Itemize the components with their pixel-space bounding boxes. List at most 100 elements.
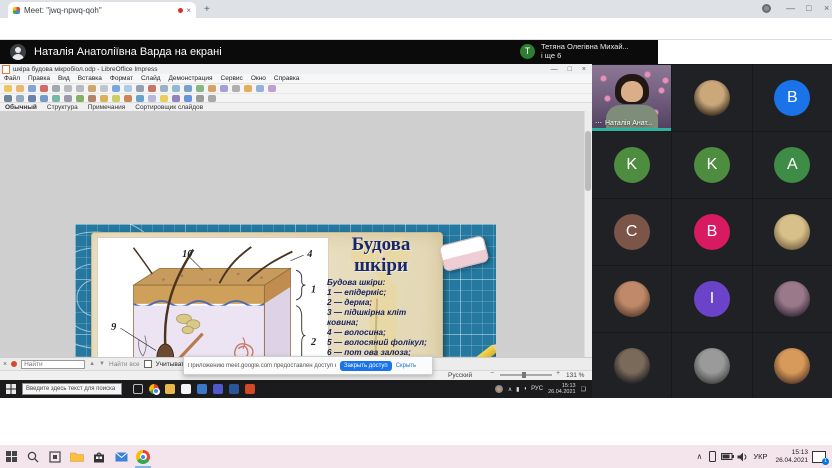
slide-layout-icon[interactable] bbox=[256, 85, 264, 92]
ellipse-icon[interactable] bbox=[52, 95, 60, 102]
menu-Файл[interactable]: Файл bbox=[4, 75, 20, 82]
participant-tile-8[interactable]: B bbox=[672, 199, 751, 265]
tab-close-icon[interactable]: × bbox=[186, 6, 191, 15]
phone-link-icon[interactable] bbox=[705, 445, 719, 468]
stop-sharing-button[interactable]: Закрыть доступ bbox=[340, 361, 392, 371]
export-pdf-icon[interactable] bbox=[40, 85, 48, 92]
new-icon[interactable] bbox=[4, 85, 12, 92]
battery-icon[interactable] bbox=[719, 445, 735, 468]
shared-teams-icon[interactable] bbox=[213, 384, 223, 394]
slide-workspace[interactable]: 10 4 9 1 2 3 8 7 6 5 Будова шкіри bbox=[0, 111, 592, 357]
shared-volume-icon[interactable]: ◖ bbox=[523, 386, 527, 392]
symbol-shapes-icon[interactable] bbox=[112, 95, 120, 102]
tile-menu-icon[interactable]: ⋯ bbox=[595, 119, 602, 127]
view-tab-3[interactable]: Примечания bbox=[88, 104, 126, 111]
shared-network-icon[interactable]: ▮ bbox=[516, 386, 519, 393]
table-icon[interactable] bbox=[184, 85, 192, 92]
mail-icon[interactable] bbox=[110, 445, 132, 468]
participant-tile-6[interactable]: A bbox=[753, 132, 832, 198]
participant-tile-14[interactable] bbox=[672, 333, 751, 399]
insert-line-icon[interactable] bbox=[196, 95, 204, 102]
view-tab-1[interactable]: Обычный bbox=[5, 104, 37, 111]
window-maximize-button[interactable]: □ bbox=[806, 3, 811, 13]
file-explorer-icon[interactable] bbox=[66, 445, 88, 468]
image-icon[interactable] bbox=[196, 85, 204, 92]
shared-tray-language[interactable]: РУС bbox=[531, 386, 543, 392]
impress-close-button[interactable]: × bbox=[582, 66, 586, 73]
find-replace-icon[interactable] bbox=[136, 85, 144, 92]
shared-tray-chevron-icon[interactable]: ∧ bbox=[508, 386, 512, 393]
menu-Формат[interactable]: Формат bbox=[110, 75, 133, 82]
find-all-button[interactable]: Найти все bbox=[109, 361, 140, 368]
zoom-in-icon[interactable]: + bbox=[556, 370, 560, 377]
impress-maximize-button[interactable]: □ bbox=[568, 66, 572, 73]
participant-tile-7[interactable]: C bbox=[592, 199, 671, 265]
menu-Сервис[interactable]: Сервис bbox=[221, 75, 243, 82]
redo-icon[interactable] bbox=[124, 85, 132, 92]
microsoft-store-icon[interactable] bbox=[88, 445, 110, 468]
participant-tile-4[interactable]: K bbox=[592, 132, 671, 198]
tray-language[interactable]: УКР bbox=[753, 452, 767, 461]
start-button[interactable] bbox=[0, 445, 22, 468]
view-icon[interactable] bbox=[172, 85, 180, 92]
arrow-icon[interactable] bbox=[64, 95, 72, 102]
basic-shapes-icon[interactable] bbox=[100, 95, 108, 102]
hide-button[interactable]: Скрыть bbox=[396, 363, 416, 369]
document-language[interactable]: Русский bbox=[448, 372, 472, 379]
line-icon[interactable] bbox=[28, 95, 36, 102]
tray-chevron-icon[interactable]: ∧ bbox=[696, 452, 702, 461]
view-tab-2[interactable]: Структура bbox=[47, 104, 78, 111]
chrome-taskbar-icon[interactable] bbox=[132, 445, 154, 468]
shared-powerpoint-icon[interactable] bbox=[245, 384, 255, 394]
shared-weather-icon[interactable] bbox=[495, 385, 503, 393]
menu-Демонстрация[interactable]: Демонстрация bbox=[169, 75, 213, 82]
participant-tile-15[interactable] bbox=[753, 333, 832, 399]
shared-start-icon[interactable] bbox=[6, 384, 16, 394]
shared-doc-icon[interactable] bbox=[181, 384, 191, 394]
view-tab-4[interactable]: Сортировщик слайдов bbox=[135, 104, 203, 111]
open-icon[interactable] bbox=[16, 85, 24, 92]
textbox-icon[interactable] bbox=[220, 85, 228, 92]
shared-notification-icon[interactable]: ❑ bbox=[581, 386, 586, 393]
new-slide-icon[interactable] bbox=[244, 85, 252, 92]
zoom-out-icon[interactable]: − bbox=[490, 370, 494, 377]
window-close-button[interactable]: × bbox=[824, 3, 829, 13]
participant-tile-2[interactable] bbox=[672, 65, 751, 131]
copy-icon[interactable] bbox=[76, 85, 84, 92]
menu-Справка[interactable]: Справка bbox=[274, 75, 300, 82]
shared-word-icon[interactable] bbox=[229, 384, 239, 394]
participant-tile-9[interactable] bbox=[753, 199, 832, 265]
action-center-icon[interactable]: 1 bbox=[812, 451, 826, 463]
participant-tile-13[interactable] bbox=[592, 333, 671, 399]
zoom-percent[interactable]: 131 % bbox=[566, 372, 584, 379]
zoom-slider-knob[interactable] bbox=[522, 372, 526, 378]
shared-search-box[interactable]: Введите здесь текст для поиска bbox=[22, 383, 122, 395]
clone-icon[interactable] bbox=[100, 85, 108, 92]
header-footer-icon[interactable] bbox=[232, 85, 240, 92]
grid-icon[interactable] bbox=[160, 85, 168, 92]
3d-objects-icon[interactable] bbox=[172, 95, 180, 102]
flowchart-icon[interactable] bbox=[136, 95, 144, 102]
menu-Вид[interactable]: Вид bbox=[58, 75, 70, 82]
zoom-icon[interactable] bbox=[16, 95, 24, 102]
other-participants-pill[interactable]: T Тетяна Олегівна Михай... і ще 6 bbox=[520, 42, 629, 60]
stars-icon[interactable] bbox=[160, 95, 168, 102]
rectangle-icon[interactable] bbox=[40, 95, 48, 102]
new-tab-button[interactable]: + bbox=[204, 4, 210, 15]
paste-icon[interactable] bbox=[88, 85, 96, 92]
shared-folder-icon[interactable] bbox=[165, 384, 175, 394]
window-minimize-button[interactable]: — bbox=[786, 3, 795, 13]
zoom-slider[interactable] bbox=[500, 374, 552, 376]
select-icon[interactable] bbox=[4, 95, 12, 102]
participant-tile-3[interactable]: B bbox=[753, 65, 832, 131]
print-icon[interactable] bbox=[52, 85, 60, 92]
participant-tile-12[interactable] bbox=[753, 266, 832, 332]
impress-minimize-button[interactable]: — bbox=[551, 66, 558, 73]
find-next-icon[interactable]: ▼ bbox=[99, 361, 105, 367]
save-icon[interactable] bbox=[28, 85, 36, 92]
menu-Слайд[interactable]: Слайд bbox=[141, 75, 161, 82]
volume-icon[interactable] bbox=[735, 445, 749, 468]
participant-tile-10[interactable] bbox=[592, 266, 671, 332]
callouts-icon[interactable] bbox=[148, 95, 156, 102]
chart-icon[interactable] bbox=[208, 85, 216, 92]
